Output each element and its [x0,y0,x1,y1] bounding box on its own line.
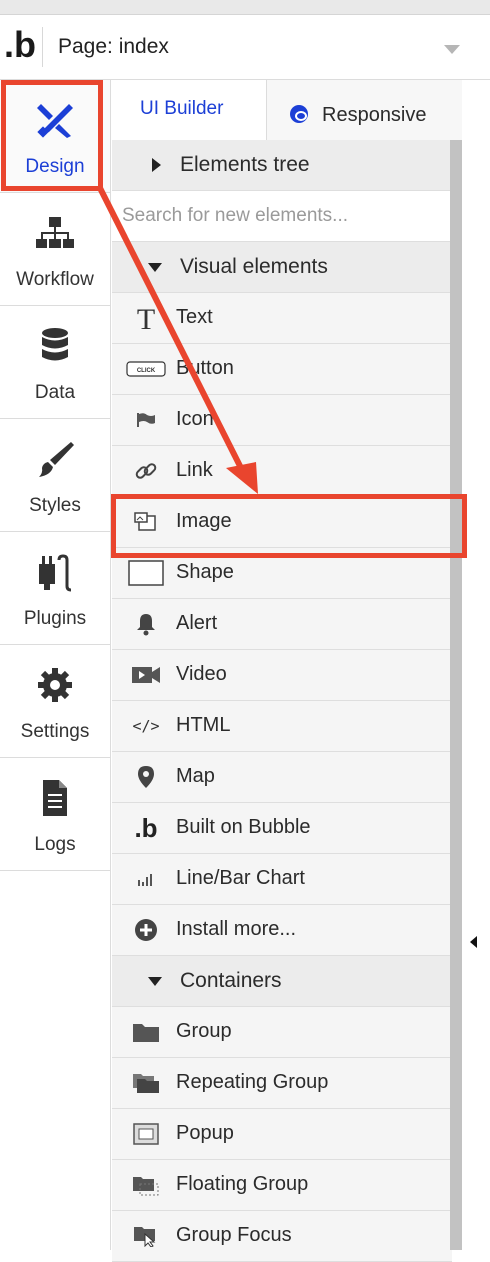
sidebar-item-label: Styles [29,495,81,516]
image-highlight-box [111,494,467,558]
popup-icon [126,1120,166,1148]
video-icon [126,661,166,689]
element-label: Floating Group [176,1173,309,1195]
link-icon [126,457,166,485]
element-label: Group [176,1020,232,1042]
panel-tabs: UI Builder Responsive [112,80,462,140]
sidebar-item-workflow[interactable]: Workflow [0,193,110,306]
plug-icon [0,550,110,594]
element-label: Built on Bubble [176,816,311,838]
responsive-icon [290,105,308,123]
sidebar-item-plugins[interactable]: Plugins [0,532,110,645]
text-icon: T [126,304,166,332]
element-map[interactable]: Map [112,752,452,803]
sidebar-item-label: Logs [34,834,76,855]
caret-down-icon [148,977,162,986]
element-alert[interactable]: Alert [112,599,452,650]
elements-tree-toggle[interactable]: Elements tree [112,140,452,191]
element-label: Line/Bar Chart [176,867,305,889]
top-strip [0,0,490,15]
element-label: Text [176,306,213,328]
sidebar-item-styles[interactable]: Styles [0,419,110,532]
element-button[interactable]: CLICK Button [112,344,452,395]
design-highlight-box [1,80,103,191]
sidebar: Design Workflow Data Styles Plugins Sett… [0,80,111,1250]
page-selector[interactable]: Page: index [58,35,169,59]
floating-folder-icon [126,1171,166,1199]
element-label: Shape [176,561,234,583]
section-label: Containers [180,969,282,992]
elements-panel: UI Builder Responsive Elements tree Visu… [112,80,462,1262]
element-label: Alert [176,612,218,634]
sidebar-item-settings[interactable]: Settings [0,645,110,758]
element-label: Repeating Group [176,1071,329,1093]
element-video[interactable]: Video [112,650,452,701]
workflow-icon [0,211,110,255]
caret-down-icon [148,263,162,272]
sidebar-item-data[interactable]: Data [0,306,110,419]
collapse-panel-icon[interactable] [470,936,477,948]
element-link[interactable]: Link [112,446,452,497]
element-label: Link [176,459,213,481]
sidebar-item-label: Workflow [16,269,94,290]
divider [42,27,43,67]
element-group[interactable]: Group [112,1007,452,1058]
tab-ui-builder[interactable]: UI Builder [112,80,267,140]
containers-header[interactable]: Containers [112,956,452,1007]
shape-icon [126,559,166,587]
element-line-bar-chart[interactable]: Line/Bar Chart [112,854,452,905]
element-icon[interactable]: Icon [112,395,452,446]
gear-icon [0,663,110,707]
element-label: HTML [176,714,231,736]
panel-scrollbar[interactable] [450,140,462,1250]
brush-icon [0,437,110,481]
bubble-logo-icon: .b [134,812,158,843]
tab-label: Responsive [322,104,427,126]
search-input[interactable] [120,199,444,233]
element-label: Install more... [176,918,297,940]
group-focus-icon [126,1222,166,1250]
chart-icon [126,865,166,893]
sidebar-item-label: Plugins [23,608,87,629]
button-icon-text: CLICK [137,368,156,374]
visual-elements-header[interactable]: Visual elements [112,242,452,293]
element-text[interactable]: T Text [112,293,452,344]
element-label: Group Focus [176,1224,292,1246]
map-pin-icon [126,763,166,791]
element-label: Map [176,765,215,787]
element-label: Button [176,357,234,379]
flag-icon [126,406,166,434]
element-popup[interactable]: Popup [112,1109,452,1160]
plus-circle-icon [126,916,166,944]
bubble-logo-icon: .b [4,24,37,65]
section-label: Elements tree [180,153,310,176]
element-built-on-bubble[interactable]: .b Built on Bubble [112,803,452,854]
bell-icon [126,610,166,638]
element-floating-group[interactable]: Floating Group [112,1160,452,1211]
chevron-down-icon[interactable] [444,45,460,54]
code-icon: </> [132,717,160,735]
document-icon [0,776,110,820]
search-row [112,191,452,242]
sidebar-item-logs[interactable]: Logs [0,758,110,871]
element-html[interactable]: </> HTML [112,701,452,752]
element-label: Icon [176,408,214,430]
element-label: Video [176,663,227,685]
tab-label: UI Builder [140,98,224,119]
sidebar-item-label: Data [34,382,76,403]
database-icon [0,324,110,368]
svg-text:T: T [137,304,155,332]
caret-right-icon [152,158,161,172]
button-icon: CLICK [126,355,166,383]
element-repeating-group[interactable]: Repeating Group [112,1058,452,1109]
section-label: Visual elements [180,255,328,278]
folder-icon [126,1018,166,1046]
sidebar-item-label: Settings [20,721,90,742]
element-group-focus[interactable]: Group Focus [112,1211,452,1262]
page-bar: .b Page: index [0,15,490,80]
element-label: Popup [176,1122,234,1144]
folders-icon [126,1069,166,1097]
element-install-more[interactable]: Install more... [112,905,452,956]
